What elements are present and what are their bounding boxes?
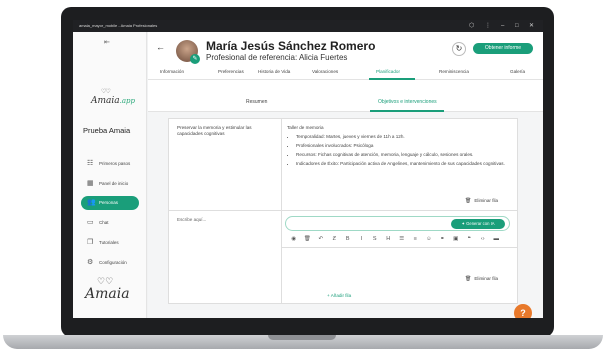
person-header: ← ✎ María Jesús Sánchez Romero Profesion… bbox=[148, 32, 543, 94]
strikethrough-icon[interactable]: S bbox=[368, 236, 382, 242]
avatar[interactable]: ✎ bbox=[176, 40, 200, 64]
undo-icon[interactable]: ↶ bbox=[314, 236, 328, 242]
ai-generate-field[interactable]: ✦ Generar con IA bbox=[285, 216, 510, 231]
objectives-table: Preservar la memoria y estimular las cap… bbox=[168, 118, 518, 304]
dashboard-icon: ▦ bbox=[87, 180, 94, 187]
logo-hearts-icon: ♡♡ bbox=[101, 89, 111, 95]
intervention-title: Taller de memoria bbox=[287, 125, 324, 130]
objective-cell[interactable]: Preservar la memoria y estimular las cap… bbox=[177, 125, 275, 137]
italic-icon[interactable]: I bbox=[355, 236, 369, 242]
footer-logo: Amaia bbox=[85, 286, 130, 302]
ordered-list-icon[interactable]: ≡ bbox=[409, 236, 423, 242]
sidebar-item-configuracion[interactable]: ⚙ Configuración bbox=[81, 256, 139, 270]
subtab-bar: Resumen Objetivos e intervenciones bbox=[148, 94, 543, 112]
window-title: amaia_mayor_mobile - Amaia Profesionales bbox=[79, 23, 158, 28]
back-arrow-icon[interactable]: ← bbox=[156, 42, 165, 52]
delete-row-button[interactable]: 🗑 Eliminar fila bbox=[465, 198, 498, 204]
reference-professional: Profesional de referencia: Alicia Fuerte… bbox=[206, 53, 348, 62]
code-icon[interactable]: ‹› bbox=[476, 236, 490, 242]
app-logo: Amaia.app bbox=[91, 96, 136, 106]
quote-icon[interactable]: ❝ bbox=[463, 236, 477, 242]
bold-icon[interactable]: B bbox=[341, 236, 355, 242]
intervention-cell[interactable]: Taller de memoria Temporalidad: Martes, … bbox=[287, 125, 511, 170]
list-item: Temporalidad: Martes, jueves y viernes d… bbox=[296, 134, 511, 140]
organization-name: Prueba Amaia bbox=[83, 126, 131, 135]
extension-icon[interactable]: ⬡ bbox=[469, 20, 474, 32]
table-row: Preservar la memoria y estimular las cap… bbox=[169, 119, 517, 211]
editor-toolbar: ◉ 🗑 ↶ Ƶ B I S H ☰ ≡ ☺ ⚭ ▣ ❝ ‹› ▬ bbox=[287, 236, 509, 245]
tab-informacion[interactable]: Información bbox=[160, 69, 184, 74]
tab-planificador[interactable]: Planificador bbox=[376, 69, 400, 74]
window-titlebar: amaia_mayor_mobile - Amaia Profesionales… bbox=[73, 20, 543, 32]
help-button[interactable]: ? bbox=[514, 304, 532, 318]
image-icon[interactable]: ▣ bbox=[449, 236, 463, 242]
toolbar-divider bbox=[281, 247, 517, 248]
tab-reminiscencia[interactable]: Reminiscencia bbox=[439, 69, 469, 74]
sidebar-item-primeros-pasos[interactable]: ☷ Primeros pasos bbox=[81, 157, 139, 171]
sidebar-item-personas[interactable]: 👥 Personas bbox=[81, 196, 139, 210]
sidebar-item-chat[interactable]: ▭ Chat bbox=[81, 216, 139, 230]
objective-input[interactable]: Escribe aquí... bbox=[177, 217, 206, 222]
people-icon: 👥 bbox=[87, 199, 96, 206]
hr-icon[interactable]: ▬ bbox=[490, 236, 504, 242]
tab-bar: Información Preferencias Historia de Vid… bbox=[148, 66, 543, 80]
tab-preferencias[interactable]: Preferencias bbox=[218, 69, 244, 74]
person-name: María Jesús Sánchez Romero bbox=[206, 39, 376, 53]
gear-icon: ⚙ bbox=[87, 259, 94, 266]
trash-icon: 🗑 bbox=[465, 276, 472, 282]
maximize-icon[interactable]: □ bbox=[515, 20, 519, 32]
bullet-list-icon[interactable]: ☰ bbox=[395, 236, 409, 242]
subtab-resumen[interactable]: Resumen bbox=[246, 99, 267, 105]
list-item: Indicadores de Éxito: Participación acti… bbox=[296, 161, 511, 167]
add-row-button[interactable]: + Añadir fila bbox=[327, 293, 351, 298]
link-icon[interactable]: ⚭ bbox=[436, 236, 450, 242]
minimize-icon[interactable]: – bbox=[501, 20, 504, 32]
generate-ai-button[interactable]: ✦ Generar con IA bbox=[451, 219, 505, 229]
list-item: Profesionales involucrados: Psicóloga bbox=[296, 143, 511, 149]
main-content: ← ✎ María Jesús Sánchez Romero Profesion… bbox=[148, 32, 543, 318]
eye-icon[interactable]: ◉ bbox=[287, 236, 301, 242]
heading-icon[interactable]: H bbox=[382, 236, 396, 242]
trash-icon[interactable]: 🗑 bbox=[301, 236, 315, 242]
emoji-icon[interactable]: ☺ bbox=[422, 236, 436, 242]
app-screen: amaia_mayor_mobile - Amaia Profesionales… bbox=[73, 20, 543, 318]
tab-historia-de-vida[interactable]: Historia de Vida bbox=[258, 69, 290, 74]
subtab-objetivos[interactable]: Objetivos e intervenciones bbox=[378, 99, 437, 105]
delete-row-button[interactable]: 🗑 Eliminar fila bbox=[465, 276, 498, 282]
collapse-sidebar-icon[interactable]: ⇤ bbox=[104, 38, 110, 46]
sidebar-item-tutoriales[interactable]: ❐ Tutoriales bbox=[81, 236, 139, 250]
active-subtab-indicator bbox=[370, 110, 444, 112]
tab-galeria[interactable]: Galería bbox=[510, 69, 525, 74]
tab-valoraciones[interactable]: Valoraciones bbox=[312, 69, 338, 74]
refresh-icon[interactable]: ↻ bbox=[452, 42, 466, 56]
close-icon[interactable]: ✕ bbox=[529, 20, 534, 32]
tutorial-icon: ❐ bbox=[87, 239, 94, 246]
list-item: Recursos: Fichas cognitivas de atención,… bbox=[296, 152, 511, 158]
active-tab-indicator bbox=[369, 78, 415, 80]
obtain-report-button[interactable]: Obtener informe bbox=[473, 43, 533, 54]
sidebar-item-panel-de-inicio[interactable]: ▦ Panel de inicio bbox=[81, 177, 139, 191]
menu-icon[interactable]: ⋮ bbox=[485, 20, 491, 32]
sidebar: ⇤ ♡♡ Amaia.app Prueba Amaia ☷ Primeros pa… bbox=[73, 32, 147, 318]
strike-icon[interactable]: Ƶ bbox=[328, 236, 342, 242]
steps-icon: ☷ bbox=[87, 160, 94, 167]
edit-pencil-icon[interactable]: ✎ bbox=[190, 54, 200, 64]
trash-icon: 🗑 bbox=[465, 198, 472, 204]
chat-icon: ▭ bbox=[87, 219, 94, 226]
laptop-notch bbox=[268, 335, 336, 340]
